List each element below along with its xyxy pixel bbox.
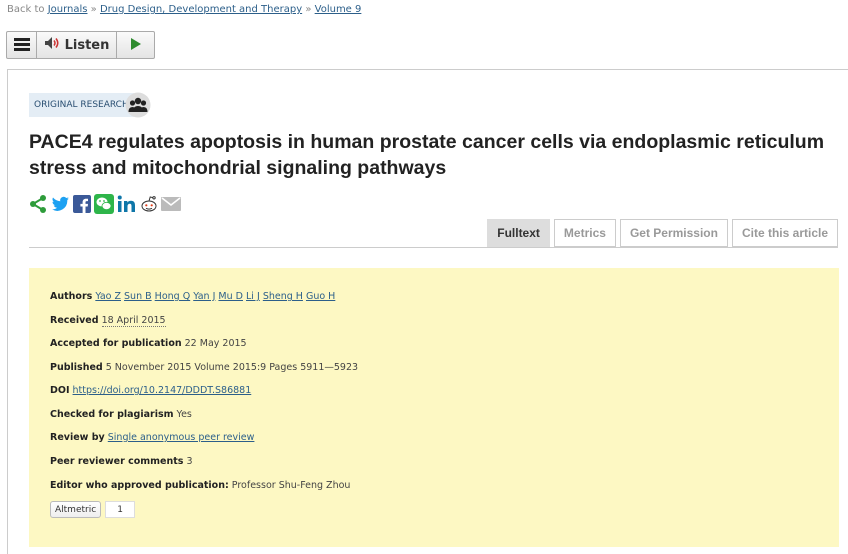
plagiarism-value: Yes (176, 409, 192, 420)
doi-link[interactable]: https://doi.org/10.2147/DDDT.S86881 (73, 385, 252, 396)
article-tabs: Fulltext Metrics Get Permission Cite thi… (487, 219, 838, 247)
breadcrumb-link-journal[interactable]: Drug Design, Development and Therapy (100, 4, 302, 15)
breadcrumb: Back to Journals » Drug Design, Developm… (7, 4, 361, 15)
email-icon[interactable] (161, 197, 181, 211)
listen-toolbar: Listen (6, 31, 155, 59)
review-label: Review by (50, 432, 105, 443)
author-link[interactable]: Yao Z (95, 291, 121, 302)
accepted-label: Accepted for publication (50, 338, 182, 349)
received-row: Received 18 April 2015 (50, 315, 166, 327)
altmetric-count: 1 (105, 501, 136, 518)
received-date: 18 April 2015 (101, 315, 166, 327)
tab-cite-article[interactable]: Cite this article (731, 219, 838, 247)
menu-button[interactable] (7, 32, 37, 58)
article-title: PACE4 regulates apoptosis in human prost… (29, 131, 825, 179)
plagiarism-label: Checked for plagiarism (50, 409, 174, 420)
altmetric-badge[interactable]: Altmetric (50, 501, 102, 518)
comments-label: Peer reviewer comments (50, 456, 184, 467)
editor-label: Editor who approved publication: (50, 480, 229, 491)
speaker-icon (44, 36, 60, 54)
article-meta-panel: Authors Yao Z Sun B Hong Q Yan J Mu D Li… (29, 268, 839, 547)
author-link[interactable]: Sheng H (263, 291, 303, 302)
twitter-icon[interactable] (51, 196, 70, 212)
linkedin-icon[interactable] (117, 195, 137, 213)
tabs-divider (29, 247, 838, 248)
review-type-link[interactable]: Single anonymous peer review (108, 432, 255, 443)
reddit-icon[interactable] (140, 195, 158, 213)
authors-label: Authors (50, 291, 93, 302)
author-link[interactable]: Li J (246, 291, 260, 302)
tab-fulltext[interactable]: Fulltext (487, 219, 550, 247)
plagiarism-row: Checked for plagiarism Yes (50, 409, 192, 420)
wechat-icon[interactable] (94, 194, 114, 214)
group-icon (125, 92, 151, 122)
comments-count: 3 (186, 456, 193, 467)
tab-metrics[interactable]: Metrics (553, 219, 616, 247)
social-share-bar (28, 194, 181, 214)
doi-label: DOI (50, 385, 70, 396)
accepted-row: Accepted for publication 22 May 2015 (50, 338, 247, 349)
author-link[interactable]: Guo H (306, 291, 335, 302)
author-link[interactable]: Mu D (218, 291, 243, 302)
play-button[interactable] (117, 32, 154, 58)
article-type-badge: ORIGINAL RESEARCH (29, 93, 134, 117)
share-icon[interactable] (28, 194, 48, 214)
doi-row: DOI https://doi.org/10.2147/DDDT.S86881 (50, 385, 251, 396)
facebook-icon[interactable] (73, 195, 91, 213)
article-container: ORIGINAL RESEARCH PACE4 regulates apopto… (7, 69, 848, 554)
listen-label: Listen (64, 37, 110, 53)
comments-row: Peer reviewer comments 3 (50, 456, 193, 467)
received-label: Received (50, 315, 99, 326)
listen-button[interactable]: Listen (37, 32, 117, 58)
breadcrumb-prefix: Back to (7, 4, 45, 15)
accepted-date: 22 May 2015 (184, 338, 247, 349)
published-info: 5 November 2015 Volume 2015:9 Pages 5911… (105, 362, 359, 373)
play-icon (130, 36, 142, 55)
published-row: Published 5 November 2015 Volume 2015:9 … (50, 362, 358, 373)
review-row: Review by Single anonymous peer review (50, 432, 254, 443)
breadcrumb-link-volume[interactable]: Volume 9 (315, 4, 362, 15)
breadcrumb-separator: » (305, 4, 312, 15)
editor-name: Professor Shu-Feng Zhou (231, 480, 351, 491)
breadcrumb-link-journals[interactable]: Journals (48, 4, 88, 15)
breadcrumb-separator: » (90, 4, 97, 15)
editor-row: Editor who approved publication: Profess… (50, 480, 350, 491)
authors-row: Authors Yao Z Sun B Hong Q Yan J Mu D Li… (50, 291, 335, 302)
author-link[interactable]: Sun B (124, 291, 152, 302)
author-link[interactable]: Yan J (193, 291, 215, 302)
menu-icon (13, 36, 30, 55)
published-label: Published (50, 362, 103, 373)
tab-get-permission[interactable]: Get Permission (619, 219, 728, 247)
author-link[interactable]: Hong Q (155, 291, 191, 302)
altmetric-widget[interactable]: Altmetric 1 (50, 501, 136, 518)
